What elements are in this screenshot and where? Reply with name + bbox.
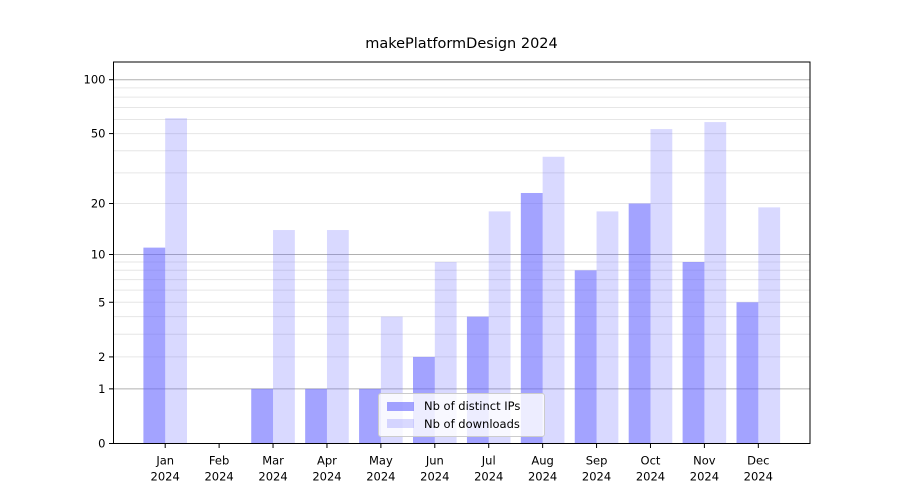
y-tick-label: 2 [98,350,105,364]
x-tick-label: Aug2024 [528,454,557,484]
legend-item-downloads: Nb of downloads [387,417,536,431]
legend-label-distinct-ips: Nb of distinct IPs [424,399,520,413]
y-tick-label: 1 [98,382,105,396]
legend-swatch-distinct-ips [387,402,414,411]
chart-figure: makePlatformDesign 2024 0125102050100Jan… [0,0,900,500]
bar-sep-distinct-ips [575,270,597,443]
bar-mar-downloads [273,230,295,443]
bar-nov-distinct-ips [683,262,705,444]
y-tick-label: 50 [91,127,106,141]
x-tick-label: Sep2024 [582,454,611,484]
y-tick-label: 20 [91,197,106,211]
bar-nov-downloads [704,122,726,443]
bar-dec-downloads [758,207,780,443]
legend: Nb of distinct IPs Nb of downloads [378,393,545,437]
x-tick-label: Feb2024 [204,454,233,484]
x-tick-label: May2024 [366,454,395,484]
bar-aug-downloads [543,157,565,444]
x-tick-label: Jan2024 [151,454,180,484]
legend-swatch-downloads [387,419,414,428]
y-tick-label: 100 [84,73,106,87]
bar-apr-downloads [327,230,349,443]
bar-dec-distinct-ips [737,302,759,443]
bar-oct-downloads [650,129,672,443]
x-tick-label: Apr2024 [312,454,341,484]
legend-item-distinct-ips: Nb of distinct IPs [387,399,536,413]
bar-mar-distinct-ips [251,389,273,444]
x-tick-label: Jul2024 [474,454,503,484]
bar-sep-downloads [597,211,619,443]
y-tick-label: 0 [98,437,105,451]
bar-oct-distinct-ips [629,204,651,444]
x-tick-label: Nov2024 [690,454,719,484]
y-tick-label: 5 [98,295,105,309]
y-tick-label: 10 [91,247,106,261]
bar-jan-downloads [165,118,187,443]
bar-apr-distinct-ips [305,389,327,444]
x-tick-label: Mar2024 [258,454,287,484]
legend-label-downloads: Nb of downloads [424,417,520,431]
bar-jan-distinct-ips [143,248,165,444]
x-tick-label: Jun2024 [420,454,449,484]
x-tick-label: Dec2024 [744,454,773,484]
x-tick-label: Oct2024 [636,454,665,484]
